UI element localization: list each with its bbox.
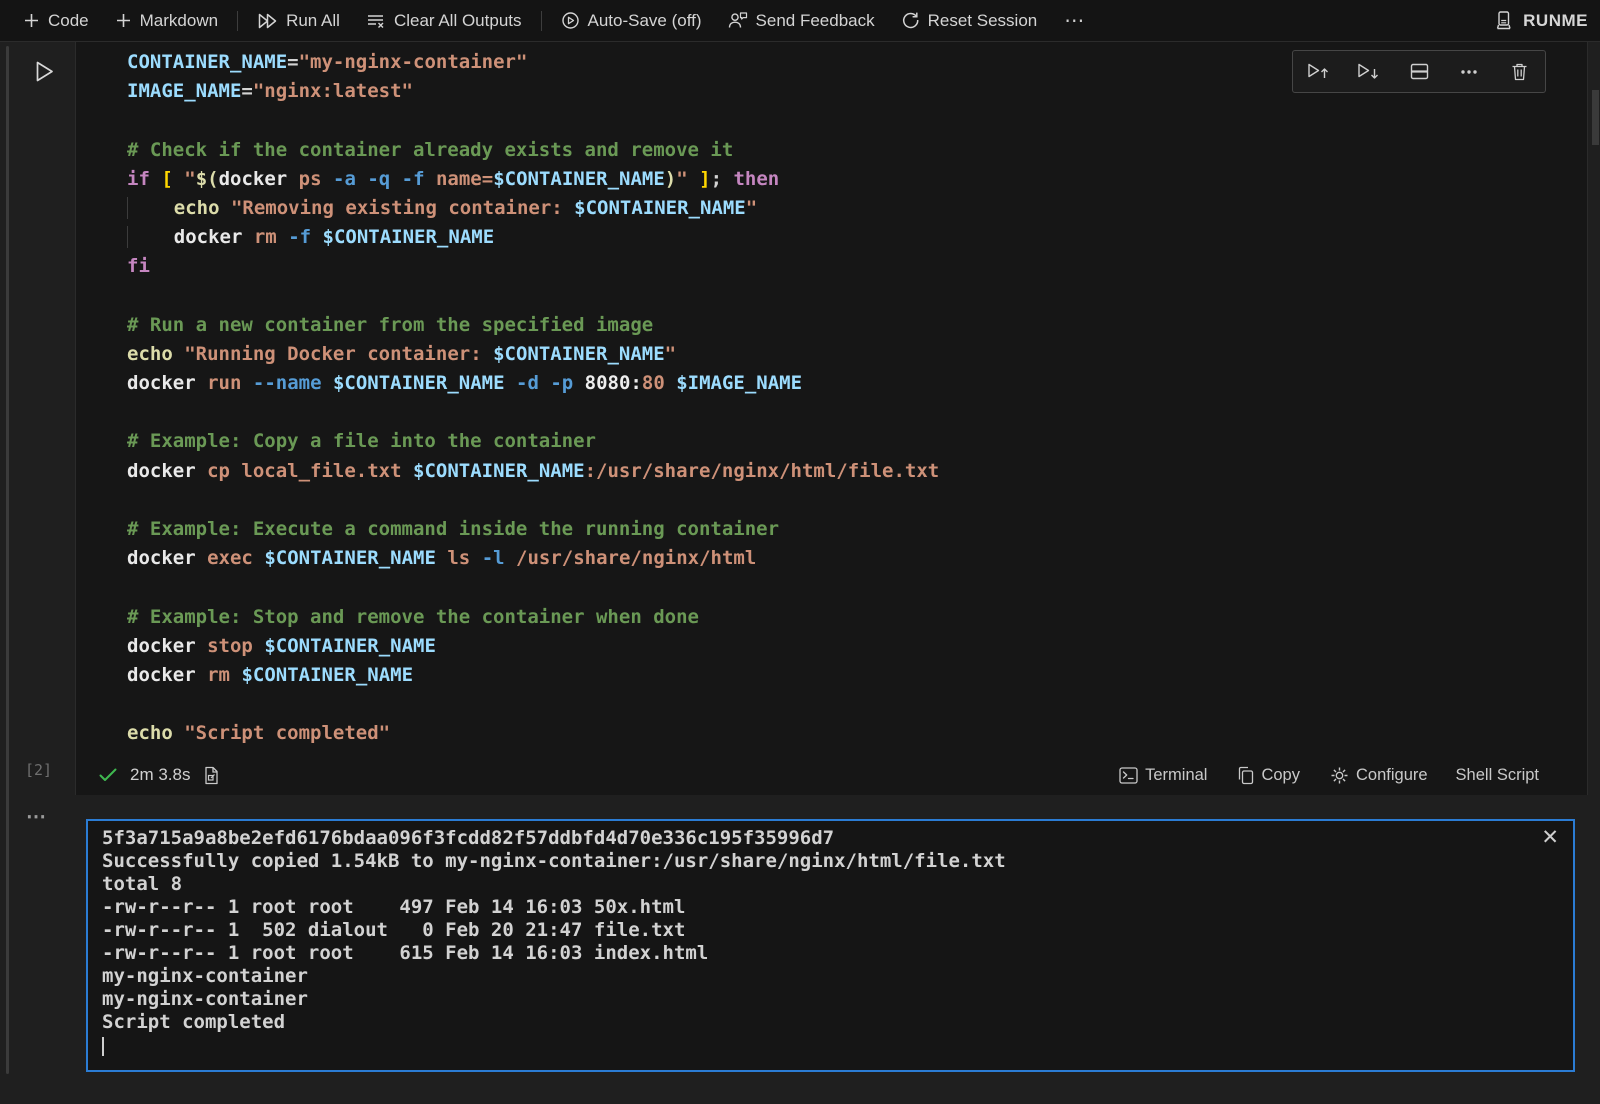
output-line: -rw-r--r-- 1 root root 615 Feb 14 16:03 … [102,942,1006,965]
output-file-icon[interactable] [203,766,220,785]
code-line: # Check if the container already exists … [127,136,939,165]
success-check-icon [99,768,117,782]
code-line: CONTAINER_NAME="my-nginx-container" [127,48,939,77]
code-line: docker rm $CONTAINER_NAME [127,661,939,690]
code-line: fi [127,252,939,281]
toolbar-separator [541,11,542,31]
cell-status-bar: 2m 3.8s Terminal Copy Configure Shell Sc… [76,757,1587,793]
cell-focus-indicator[interactable] [6,46,9,1074]
execute-above-button[interactable] [1293,51,1343,92]
clear-outputs-icon [366,12,386,30]
terminal-output: 5f3a715a9a8be2efd6176bdaa096f3fcdd82f57d… [102,827,1006,1057]
configure-button[interactable]: Configure [1322,766,1436,785]
code-line [127,573,939,602]
output-line: my-nginx-container [102,988,1006,1011]
reset-session-button[interactable]: Reset Session [888,0,1051,41]
execute-below-button[interactable] [1343,51,1393,92]
add-markdown-label: Markdown [140,11,218,31]
autosave-icon [561,11,580,30]
cursor-line [102,1034,1006,1057]
notebook-window: { "toolbar": { "code": "Code", "markdown… [0,0,1600,1104]
execution-count: [2] [25,761,52,779]
code-line: # Run a new container from the specified… [127,311,939,340]
code-line: echo "Running Docker container: $CONTAIN… [127,340,939,369]
code-line: docker cp local_file.txt $CONTAINER_NAME… [127,457,939,486]
output-line: -rw-r--r-- 1 502 dialout 0 Feb 20 21:47 … [102,919,1006,942]
execution-time: 2m 3.8s [130,765,190,785]
runme-logo-icon [1493,10,1514,31]
code-line [127,282,939,311]
add-code-cell-button[interactable]: Code [10,0,102,41]
copy-button[interactable]: Copy [1229,766,1308,785]
code-line: docker stop $CONTAINER_NAME [127,632,939,661]
cell-toolbar [1292,50,1546,93]
copy-icon [1237,766,1254,785]
output-line: Successfully copied 1.54kB to my-nginx-c… [102,850,1006,873]
play-icon [30,58,57,85]
send-feedback-icon [728,11,748,30]
code-line [127,486,939,515]
terminal-icon [1119,767,1138,784]
code-line [127,398,939,427]
autosave-label: Auto-Save (off) [588,11,702,31]
terminal-label: Terminal [1145,766,1207,785]
output-line: total 8 [102,873,1006,896]
reset-session-label: Reset Session [928,11,1038,31]
code-cell[interactable]: CONTAINER_NAME="my-nginx-container"IMAGE… [75,42,1588,795]
output-line: -rw-r--r-- 1 root root 497 Feb 14 16:03 … [102,896,1006,919]
ellipsis-icon: ⋯ [26,806,47,828]
send-feedback-label: Send Feedback [756,11,875,31]
toolbar-separator [237,11,238,31]
run-cell-button[interactable] [28,56,58,86]
code-line: # Example: Copy a file into the containe… [127,427,939,456]
run-all-label: Run All [286,11,340,31]
send-feedback-button[interactable]: Send Feedback [715,0,888,41]
toolbar-more-button[interactable]: ⋯ [1050,0,1099,41]
code-line: echo "Script completed" [127,719,939,748]
add-markdown-cell-button[interactable]: Markdown [102,0,231,41]
run-all-icon [257,12,278,30]
split-cell-button[interactable] [1394,51,1444,92]
run-all-button[interactable]: Run All [244,0,353,41]
configure-label: Configure [1356,766,1428,785]
notebook-toolbar: Code Markdown Run All Clear All Outputs … [0,0,1600,42]
language-picker[interactable]: Shell Script [1450,766,1545,785]
plus-icon [23,12,40,29]
close-output-button[interactable]: ✕ [1541,825,1559,849]
terminal-button[interactable]: Terminal [1111,766,1215,785]
output-line: 5f3a715a9a8be2efd6176bdaa096f3fcdd82f57d… [102,827,1006,850]
output-line: my-nginx-container [102,965,1006,988]
code-line: # Example: Stop and remove the container… [127,603,939,632]
reset-session-icon [901,11,920,30]
code-line: docker exec $CONTAINER_NAME ls -l /usr/s… [127,544,939,573]
close-icon: ✕ [1541,825,1559,849]
code-line: echo "Removing existing container: $CONT… [127,194,939,223]
add-code-label: Code [48,11,89,31]
terminal-cursor [102,1037,104,1056]
brand-label: RUNME [1523,11,1588,31]
runme-brand: RUNME [1493,10,1590,31]
code-line: docker run --name $CONTAINER_NAME -d -p … [127,369,939,398]
clear-outputs-label: Clear All Outputs [394,11,522,31]
code-line: if [ "$(docker ps -a -q -f name=$CONTAIN… [127,165,939,194]
gear-icon [1330,766,1349,785]
plus-icon [115,12,132,29]
delete-cell-button[interactable] [1495,51,1545,92]
output-line: Script completed [102,1011,1006,1034]
autosave-toggle[interactable]: Auto-Save (off) [548,0,715,41]
output-more-button[interactable]: ⋯ [26,804,47,829]
cell-output[interactable]: 5f3a715a9a8be2efd6176bdaa096f3fcdd82f57d… [86,819,1575,1072]
scrollbar-thumb[interactable] [1592,90,1599,145]
copy-label: Copy [1261,766,1300,785]
code-line [127,690,939,719]
code-line: IMAGE_NAME="nginx:latest" [127,77,939,106]
ellipsis-icon: ⋯ [1064,8,1085,33]
more-actions-button[interactable] [1444,51,1494,92]
code-line: # Example: Execute a command inside the … [127,515,939,544]
clear-all-outputs-button[interactable]: Clear All Outputs [353,0,535,41]
code-editor[interactable]: CONTAINER_NAME="my-nginx-container"IMAGE… [127,48,939,749]
code-line: docker rm -f $CONTAINER_NAME [127,223,939,252]
code-line [127,106,939,135]
